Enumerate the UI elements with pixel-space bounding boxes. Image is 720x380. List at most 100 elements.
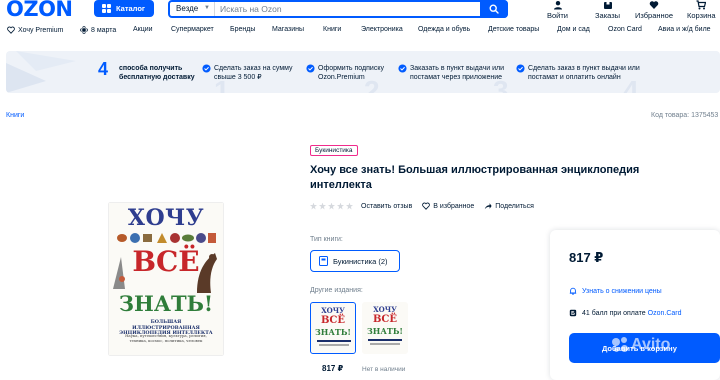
ozon-logo[interactable]: OZON xyxy=(6,0,73,21)
edition-price: 817 ₽ xyxy=(322,364,344,373)
nav-item-label: Хочу Premium xyxy=(18,26,64,34)
banner-heading: способа получить бесплатную доставку xyxy=(119,65,195,81)
search-input[interactable] xyxy=(215,2,480,16)
cover-title-line1: ХОЧУ xyxy=(127,205,205,231)
avito-watermark: Avito xyxy=(612,336,670,354)
search-icon xyxy=(489,4,499,14)
avito-watermark-text: Avito xyxy=(631,336,671,353)
edition-cover-rule xyxy=(370,343,400,345)
nav-item-label: Магазины xyxy=(272,26,305,33)
price-alert-link[interactable]: Узнать о снижении цены xyxy=(569,287,662,295)
nav-item-label: Детские товары xyxy=(488,26,540,33)
banner-step-text: Заказать в пункт выдачи или постамат чер… xyxy=(410,65,504,81)
product-sku: Код товара: 1375453 xyxy=(651,112,719,119)
nav-item-travel[interactable]: Авиа и ж/д биле xyxy=(658,26,711,33)
breadcrumb[interactable]: Книги xyxy=(6,112,24,119)
nav-item-shops[interactable]: Магазины xyxy=(272,26,304,33)
top-navigation: Хочу Premium 8 марта Акции Супермаркет Б… xyxy=(0,22,720,40)
edition-cover-line3: ЗНАТЬ! xyxy=(315,327,351,337)
price-alert-label: Узнать о снижении цены xyxy=(582,287,662,295)
edition-cover-line1: ХОЧУ xyxy=(321,306,345,315)
banner-step-text: Оформить подписку Ozon.Premium xyxy=(318,65,384,81)
favorites-button[interactable]: Избранное xyxy=(635,0,673,20)
login-label: Войти xyxy=(547,11,568,20)
edition-cover-rule xyxy=(368,339,402,341)
cart-button[interactable]: Корзина xyxy=(687,0,716,20)
nav-item-label: Акции xyxy=(133,26,153,33)
free-delivery-banner[interactable]: 1 2 3 4 4 способа получить бесплатную до… xyxy=(6,51,720,93)
favorites-label: Избранное xyxy=(635,11,674,20)
nav-item-brands[interactable]: Бренды xyxy=(230,26,255,33)
heart-outline-icon xyxy=(422,202,431,210)
other-editions-label: Другие издания: xyxy=(310,287,363,294)
header: OZON Каталог Везде ▼ Войти Заказы Избран… xyxy=(0,0,720,22)
nav-item-books[interactable]: Книги xyxy=(323,26,341,33)
check-circle-icon xyxy=(202,64,211,73)
cover-caption: Наука, путешествия, культура, религия, т… xyxy=(125,333,207,343)
nav-item-sales[interactable]: Акции xyxy=(133,26,153,33)
edition-cover-line2: ВСЁ xyxy=(372,314,398,325)
banner-decoration xyxy=(6,51,76,93)
favorites-link-label: В избранное xyxy=(433,202,475,210)
nav-item-march8[interactable]: 8 марта xyxy=(80,26,116,34)
product-image[interactable]: ХОЧУ ВСЁ ЗНАТЬ! БОЛЬШАЯ ИЛЛЮСТРИРОВАННАЯ… xyxy=(109,203,223,355)
share-link-label: Поделиться xyxy=(495,202,534,210)
share-link[interactable]: Поделиться xyxy=(484,202,534,210)
search-button[interactable] xyxy=(480,0,508,18)
check-circle-icon xyxy=(516,64,525,73)
nav-item-premium[interactable]: Хочу Premium xyxy=(7,26,63,34)
avito-logo-icon xyxy=(612,337,628,353)
nav-item-label: Супермаркет xyxy=(171,26,214,33)
book-type-value: Букинистика (2) xyxy=(333,256,388,266)
nav-item-clothes[interactable]: Одежда и обувь xyxy=(418,26,470,33)
cover-illustration-side xyxy=(113,253,217,293)
leave-review-link[interactable]: Оставить отзыв xyxy=(361,203,412,210)
search-bar: Везде ▼ xyxy=(168,0,508,18)
orders-button[interactable]: Заказы xyxy=(595,0,620,20)
edition-availability: Нет в наличии xyxy=(362,366,406,373)
ozon-card-link[interactable]: Ozon.Card xyxy=(648,310,682,317)
star-icon xyxy=(346,202,353,210)
edition-cover-line3: ЗНАТЬ! xyxy=(367,326,403,336)
edition-card[interactable]: ХОЧУ ВСЁ ЗНАТЬ! xyxy=(362,302,408,354)
bell-icon xyxy=(569,287,577,295)
share-icon xyxy=(485,203,492,210)
nav-item-label: Дом и сад xyxy=(557,26,590,33)
login-button[interactable]: Войти xyxy=(547,0,568,20)
nav-item-label: Авиа и ж/д биле xyxy=(658,26,711,33)
star-icon xyxy=(328,202,335,210)
condition-tag: Букинистика xyxy=(310,145,358,156)
nav-item-electronics[interactable]: Электроника xyxy=(361,26,403,33)
banner-step: Сделать заказ на сумму свыше 3 500 ₽ xyxy=(202,64,312,82)
check-circle-icon xyxy=(306,64,315,73)
heart-outline-icon xyxy=(7,26,15,34)
banner-step-text: Сделать заказ в пункт выдачи или постама… xyxy=(528,65,640,81)
cart-icon xyxy=(696,0,707,10)
star-icon xyxy=(337,202,344,210)
edition-cover-line1: ХОЧУ xyxy=(373,305,397,314)
catalog-button[interactable]: Каталог xyxy=(94,0,154,17)
cart-label: Корзина xyxy=(687,11,716,20)
book-type-option[interactable]: Букинистика (2) xyxy=(310,250,400,272)
user-icon xyxy=(553,1,562,10)
banner-step: Оформить подписку Ozon.Premium xyxy=(306,64,392,82)
nav-item-kids[interactable]: Детские товары xyxy=(488,26,539,33)
grid-icon xyxy=(102,4,111,13)
product-meta: Оставить отзыв В избранное Поделиться xyxy=(310,201,544,211)
edition-cover-rule xyxy=(319,344,349,346)
search-scope-select[interactable]: Везде ▼ xyxy=(170,2,215,16)
nav-item-ozon-card[interactable]: Ozon Card xyxy=(608,26,642,33)
nav-item-home-garden[interactable]: Дом и сад xyxy=(557,26,590,33)
cover-illustration-row xyxy=(117,233,216,243)
banner-step-text: Сделать заказ на сумму свыше 3 500 ₽ xyxy=(214,65,293,81)
bonus-info: Б 41 балл при оплате Ozon.Card xyxy=(569,309,682,317)
check-circle-icon xyxy=(398,64,407,73)
edition-card[interactable]: ХОЧУ ВСЁ ЗНАТЬ! xyxy=(310,302,356,354)
rating-stars[interactable] xyxy=(310,202,353,210)
nav-item-supermarket[interactable]: Супермаркет xyxy=(171,26,214,33)
add-to-favorites-link[interactable]: В избранное xyxy=(422,202,474,210)
heart-icon xyxy=(649,1,659,10)
search-scope-value: Везде xyxy=(176,4,199,13)
product-title: Хочу все знать! Большая иллюстрированная… xyxy=(310,164,640,191)
nav-item-label: 8 марта xyxy=(91,26,117,34)
